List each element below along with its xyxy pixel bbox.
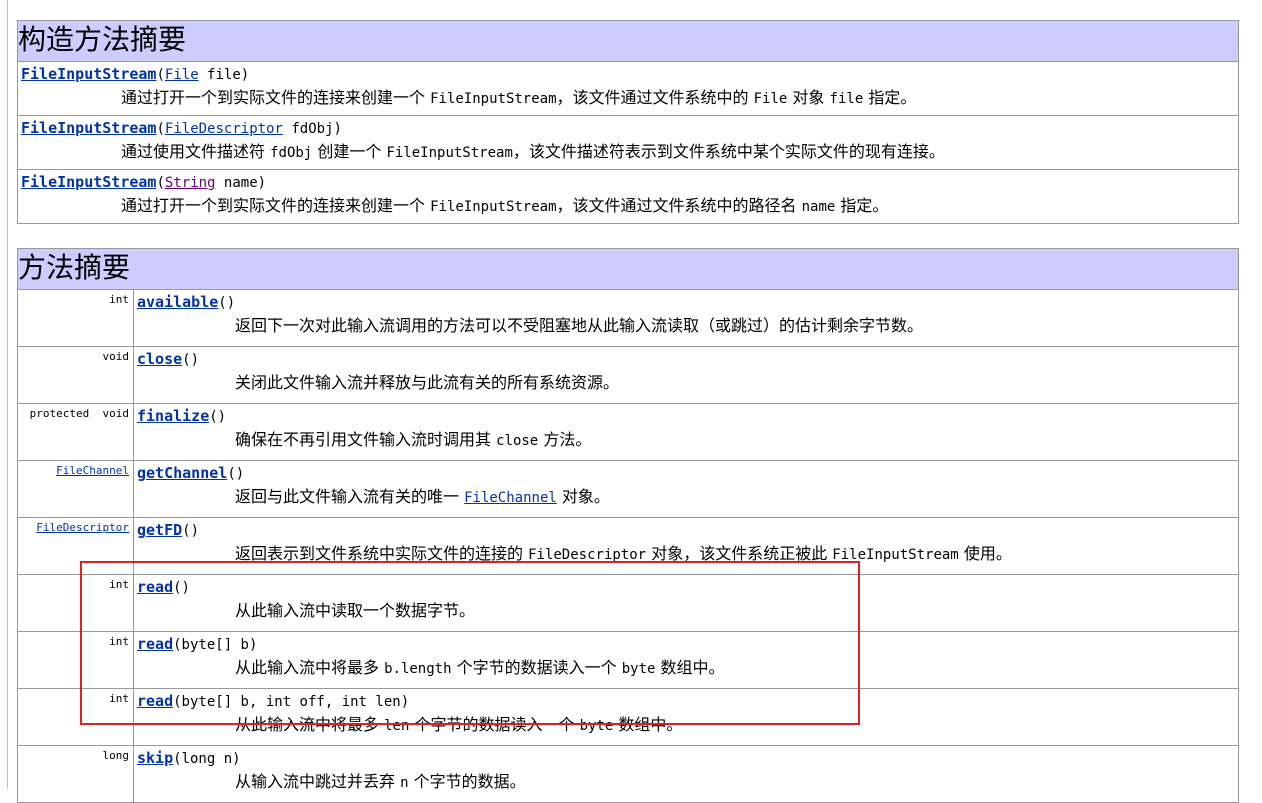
constructor-summary-table: 构造方法摘要 FileInputStream(File file) 通过打开一个… [17,20,1239,224]
constructor-description: 通过打开一个到实际文件的连接来创建一个 FileInputStream，该文件通… [121,88,917,107]
method-link[interactable]: getChannel [137,464,227,482]
method-row: int read(byte[] b) 从此输入流中将最多 b.length 个字… [17,631,1239,689]
return-type: void [17,346,134,404]
return-type: int [17,631,134,689]
method-link[interactable]: read [137,692,173,710]
constructor-summary-title: 构造方法摘要 [17,20,1239,62]
constructor-link[interactable]: FileInputStream [21,65,156,83]
method-description: 关闭此文件输入流并释放与此流有关的所有系统资源。 [235,373,620,392]
method-row: protected void finalize() 确保在不再引用文件输入流时调… [17,403,1239,461]
method-link[interactable]: getFD [137,521,182,539]
method-description: 从此输入流中读取一个数据字节。 [235,601,476,620]
return-type: long [17,745,134,803]
param-type-link[interactable]: File [165,67,199,83]
method-link[interactable]: read [137,635,173,653]
constructor-description: 通过使用文件描述符 fdObj 创建一个 FileInputStream，该文件… [121,142,945,161]
method-summary-table: 方法摘要 int available() 返回下一次对此输入流调用的方法可以不受… [17,248,1239,803]
method-row: FileDescriptor getFD() 返回表示到文件系统中实际文件的连接… [17,517,1239,575]
param-type-link[interactable]: FileDescriptor [165,121,283,137]
constructor-link[interactable]: FileInputStream [21,119,156,137]
param-type-link[interactable]: String [165,175,216,191]
return-type-link[interactable]: FileChannel [56,464,129,477]
left-frame-line [7,0,8,789]
method-link[interactable]: read [137,578,173,596]
constructor-description: 通过打开一个到实际文件的连接来创建一个 FileInputStream，该文件通… [121,196,889,215]
return-type-link[interactable]: FileDescriptor [36,521,129,534]
method-row: int read() 从此输入流中读取一个数据字节。 [17,574,1239,632]
method-row: FileChannel getChannel() 返回与此文件输入流有关的唯一 … [17,460,1239,518]
method-description: 从此输入流中将最多 len 个字节的数据读入一个 byte 数组中。 [235,715,683,734]
method-row: int read(byte[] b, int off, int len) 从此输… [17,688,1239,746]
method-row: int available() 返回下一次对此输入流调用的方法可以不受阻塞地从此… [17,289,1239,347]
method-description: 返回与此文件输入流有关的唯一 FileChannel 对象。 [235,487,610,506]
method-description: 从输入流中跳过并丢弃 n 个字节的数据。 [235,772,526,791]
method-summary-title: 方法摘要 [17,248,1239,290]
return-type: int [17,289,134,347]
return-type: int [17,688,134,746]
constructor-row: FileInputStream(FileDescriptor fdObj) 通过… [17,115,1239,170]
constructor-link[interactable]: FileInputStream [21,173,156,191]
method-description: 返回下一次对此输入流调用的方法可以不受阻塞地从此输入流读取（或跳过）的估计剩余字… [235,316,924,335]
type-link[interactable]: FileChannel [464,490,557,506]
return-type: protected void [17,403,134,461]
constructor-row: FileInputStream(String name) 通过打开一个到实际文件… [17,169,1239,224]
method-link[interactable]: finalize [137,407,209,425]
method-description: 确保在不再引用文件输入流时调用其 close 方法。 [235,430,592,449]
method-description: 从此输入流中将最多 b.length 个字节的数据读入一个 byte 数组中。 [235,658,725,677]
method-link[interactable]: close [137,350,182,368]
constructor-row: FileInputStream(File file) 通过打开一个到实际文件的连… [17,61,1239,116]
method-row: void close() 关闭此文件输入流并释放与此流有关的所有系统资源。 [17,346,1239,404]
method-description: 返回表示到文件系统中实际文件的连接的 FileDescriptor 对象，该文件… [235,544,1012,563]
method-row: long skip(long n) 从输入流中跳过并丢弃 n 个字节的数据。 [17,745,1239,803]
method-link[interactable]: available [137,293,218,311]
method-link[interactable]: skip [137,749,173,767]
return-type: int [17,574,134,632]
